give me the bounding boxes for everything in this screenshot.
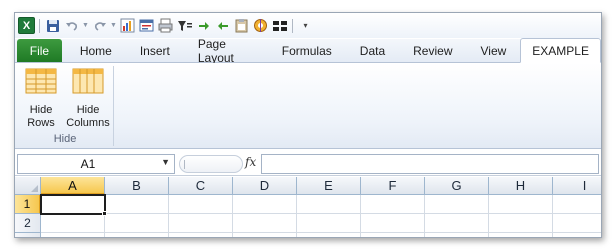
- cell-a2[interactable]: [41, 214, 105, 233]
- cell-h3[interactable]: [489, 233, 553, 237]
- hide-rows-label-line2: Rows: [27, 117, 55, 129]
- hide-columns-button[interactable]: Hide Columns: [63, 68, 113, 130]
- row-header-1[interactable]: 1: [15, 195, 41, 214]
- cell-b3[interactable]: [105, 233, 169, 237]
- column-header-h[interactable]: H: [489, 177, 553, 195]
- grip-icon: [184, 160, 190, 169]
- excel-window: X ▼ ▼ ▾ File Home Insert Page Layout For…: [14, 12, 602, 238]
- undo-icon[interactable]: [63, 17, 80, 34]
- tab-review[interactable]: Review: [399, 39, 466, 62]
- name-box-value: A1: [80, 157, 96, 171]
- formula-controls: fx: [179, 154, 259, 174]
- cell-d3[interactable]: [233, 233, 297, 237]
- quick-access-toolbar: X ▼ ▼ ▾: [15, 13, 601, 38]
- hide-rows-label-line1: Hide: [29, 104, 53, 116]
- cell-c3[interactable]: [169, 233, 233, 237]
- spreadsheet-grid: A B C D E F G H I 1 2 3: [15, 177, 601, 237]
- form-icon[interactable]: [138, 17, 155, 34]
- undo-dropdown-icon[interactable]: ▼: [82, 17, 89, 34]
- hide-columns-label-line1: Hide: [76, 104, 100, 116]
- column-header-d[interactable]: D: [233, 177, 297, 195]
- cell-e2[interactable]: [297, 214, 361, 233]
- rows-table-icon: [25, 68, 57, 98]
- column-header-e[interactable]: E: [297, 177, 361, 195]
- filter-icon[interactable]: [176, 17, 193, 34]
- cell-h2[interactable]: [489, 214, 553, 233]
- cell-a1[interactable]: [40, 194, 106, 215]
- cell-b2[interactable]: [105, 214, 169, 233]
- row-header-2[interactable]: 2: [15, 214, 41, 233]
- row-header-3[interactable]: 3: [15, 233, 41, 237]
- ribbon-group-label: Hide: [53, 133, 77, 145]
- save-icon[interactable]: [44, 17, 61, 34]
- print-preview-icon[interactable]: [157, 17, 174, 34]
- cell-b1[interactable]: [105, 195, 169, 214]
- column-header-f[interactable]: F: [361, 177, 425, 195]
- excel-logo-icon[interactable]: X: [18, 17, 35, 34]
- column-header-g[interactable]: G: [425, 177, 489, 195]
- cell-g1[interactable]: [425, 195, 489, 214]
- chart-icon[interactable]: [119, 17, 136, 34]
- tab-page-layout[interactable]: Page Layout: [184, 37, 268, 65]
- cell-i2[interactable]: [553, 214, 601, 233]
- arrow-right-icon[interactable]: [195, 17, 212, 34]
- column-header-a[interactable]: A: [41, 177, 105, 195]
- cell-e1[interactable]: [297, 195, 361, 214]
- ribbon-tabs: File Home Insert Page Layout Formulas Da…: [15, 37, 601, 65]
- clipboard-icon[interactable]: [233, 17, 250, 34]
- toolbar-separator: [39, 18, 40, 33]
- hide-rows-button[interactable]: Hide Rows: [21, 68, 61, 130]
- tab-example[interactable]: EXAMPLE: [520, 38, 601, 63]
- insert-function-icon[interactable]: fx: [245, 155, 256, 169]
- select-all-corner[interactable]: [15, 177, 41, 195]
- customize-toolbar-icon[interactable]: ▾: [297, 17, 314, 34]
- tab-insert[interactable]: Insert: [126, 39, 184, 62]
- column-header-i[interactable]: I: [553, 177, 601, 195]
- chevron-down-icon[interactable]: ▼: [161, 157, 170, 167]
- toolbar-separator: [292, 18, 293, 33]
- cell-h1[interactable]: [489, 195, 553, 214]
- ribbon-group-hide: Hide Rows Hide Columns Hide: [17, 66, 114, 146]
- cell-i3[interactable]: [553, 233, 601, 237]
- cell-g3[interactable]: [425, 233, 489, 237]
- tab-view[interactable]: View: [467, 39, 521, 62]
- cell-c1[interactable]: [169, 195, 233, 214]
- cell-d1[interactable]: [233, 195, 297, 214]
- tab-home[interactable]: Home: [62, 39, 126, 62]
- tab-data[interactable]: Data: [346, 39, 399, 62]
- cell-f1[interactable]: [361, 195, 425, 214]
- formula-bar: A1 ▼ fx: [15, 152, 601, 176]
- hide-columns-label-line2: Columns: [66, 117, 110, 129]
- cell-g2[interactable]: [425, 214, 489, 233]
- cell-a3[interactable]: [41, 233, 105, 237]
- cell-f3[interactable]: [361, 233, 425, 237]
- tab-file[interactable]: File: [17, 39, 62, 62]
- tab-formulas[interactable]: Formulas: [268, 39, 346, 62]
- column-header-b[interactable]: B: [105, 177, 169, 195]
- cell-c2[interactable]: [169, 214, 233, 233]
- cell-i1[interactable]: [553, 195, 601, 214]
- fill-handle[interactable]: [102, 211, 107, 216]
- cell-f2[interactable]: [361, 214, 425, 233]
- columns-table-icon: [72, 68, 104, 98]
- macro-icon[interactable]: [252, 17, 269, 34]
- grid-icon[interactable]: [271, 17, 288, 34]
- cell-d2[interactable]: [233, 214, 297, 233]
- column-header-c[interactable]: C: [169, 177, 233, 195]
- redo-icon[interactable]: [91, 17, 108, 34]
- formula-input[interactable]: [261, 154, 599, 174]
- name-box[interactable]: A1 ▼: [17, 154, 175, 174]
- arrow-left-icon[interactable]: [214, 17, 231, 34]
- ribbon-panel: Hide Rows Hide Columns Hide: [15, 63, 601, 149]
- select-all-icon: [31, 185, 38, 192]
- redo-dropdown-icon[interactable]: ▼: [110, 17, 117, 34]
- cell-e3[interactable]: [297, 233, 361, 237]
- formula-resize-handle[interactable]: [179, 155, 243, 173]
